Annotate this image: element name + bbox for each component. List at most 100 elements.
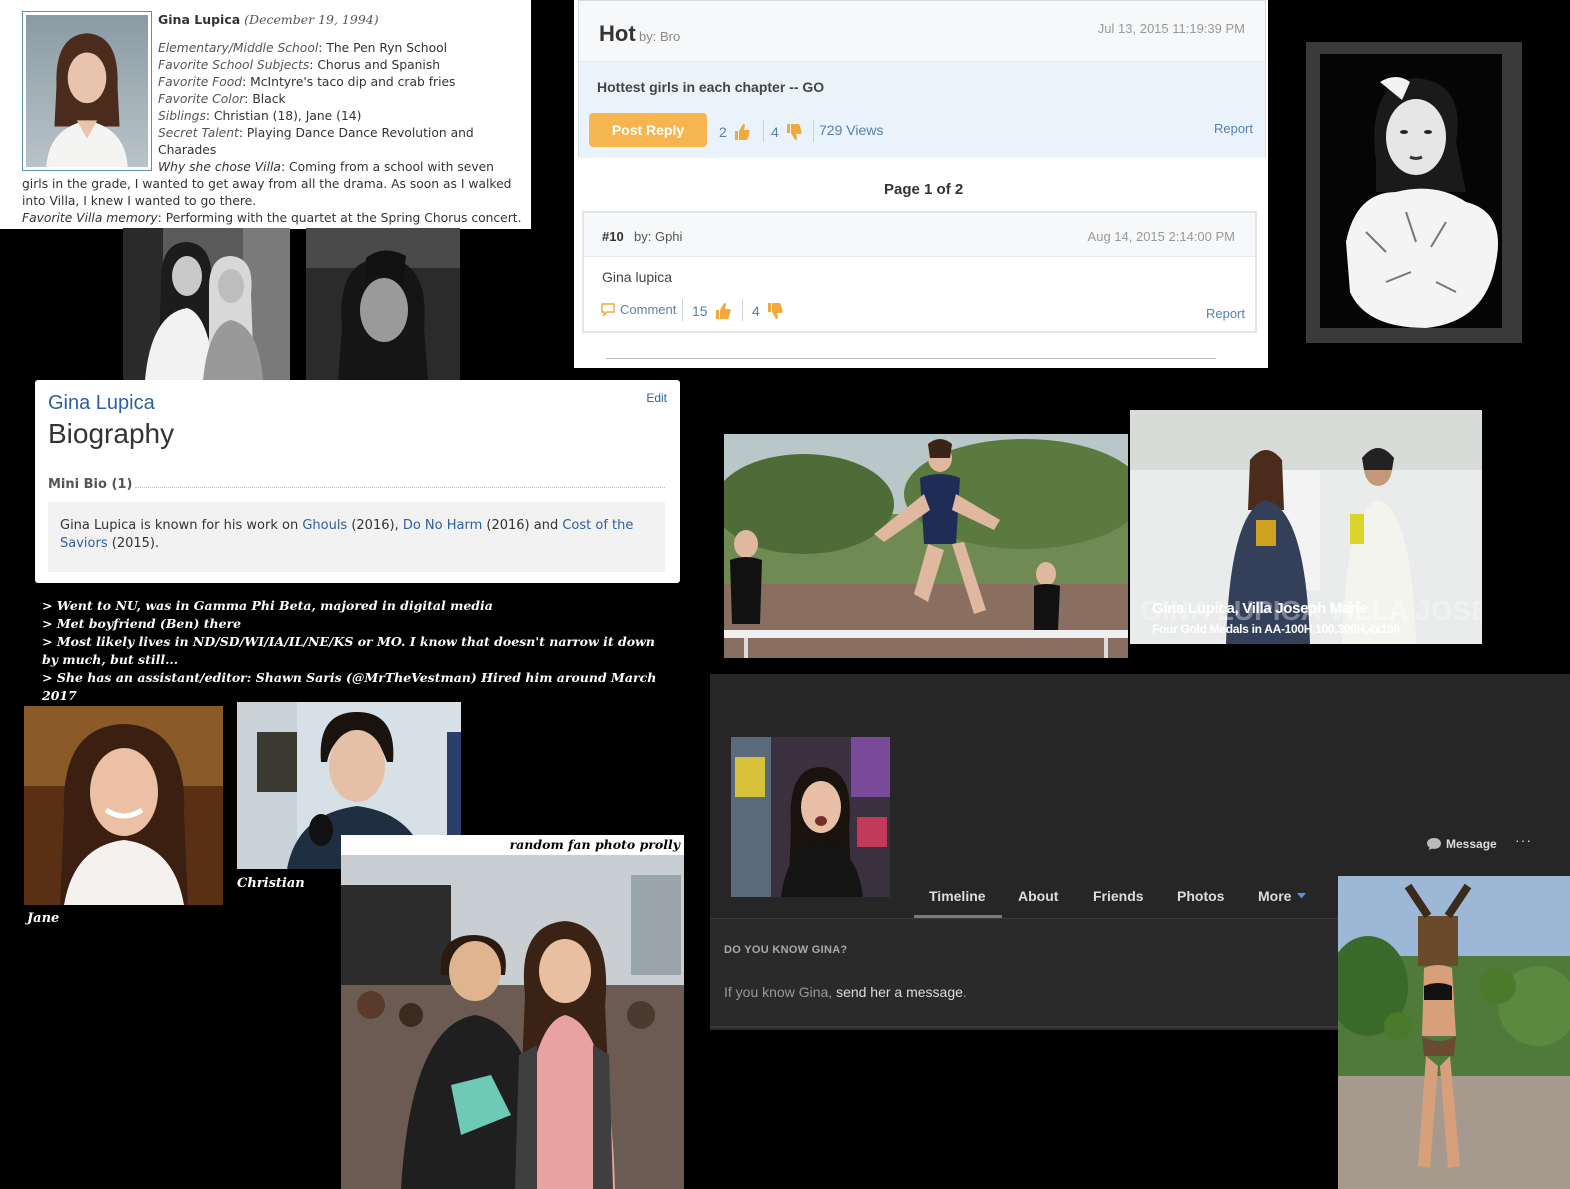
reply-thumbs-up[interactable]: 15 bbox=[692, 301, 732, 321]
bio-link-do-no-harm[interactable]: Do No Harm bbox=[403, 518, 482, 533]
vote-separator bbox=[682, 299, 683, 321]
yearbook-card: Gina Lupica (December 19, 1994) Elementar… bbox=[0, 0, 531, 229]
reply-upvote-count: 15 bbox=[692, 303, 708, 319]
reply-author: by: Gphi bbox=[634, 229, 683, 244]
yearbook-birthdate: (December 19, 1994) bbox=[244, 12, 379, 27]
bio-link-ghouls[interactable]: Ghouls bbox=[302, 518, 347, 533]
forum-topic: Hot by: Bro Jul 13, 2015 11:19:39 PM Hot… bbox=[578, 0, 1266, 158]
mini-bio-text: Gina Lupica is known for his work on Gho… bbox=[48, 502, 665, 572]
post-reply-button[interactable]: Post Reply bbox=[589, 113, 707, 147]
facebook-know-text: If you know Gina, send her a message. bbox=[724, 984, 967, 1000]
fan-photo bbox=[341, 855, 684, 1189]
topic-title[interactable]: Hot bbox=[599, 21, 636, 47]
bio-edit-link[interactable]: Edit bbox=[646, 391, 667, 405]
facebook-tab-friends[interactable]: Friends bbox=[1093, 888, 1144, 904]
vote-separator bbox=[742, 299, 743, 321]
costume-photo bbox=[1338, 876, 1570, 1189]
note-item: > Went to NU, was in Gamma Phi Beta, maj… bbox=[42, 598, 493, 613]
facebook-know-heading: DO YOU KNOW GINA? bbox=[724, 944, 848, 956]
reply-number[interactable]: #10 bbox=[602, 229, 624, 244]
yearbook-fact: Siblings: Christian (18), Jane (14) bbox=[158, 109, 362, 123]
comment-label: Comment bbox=[620, 301, 677, 317]
caret-down-icon bbox=[1297, 893, 1307, 899]
yearbook-name: Gina Lupica bbox=[158, 12, 241, 27]
jane-caption: Jane bbox=[27, 911, 60, 926]
yearbook-fact: Elementary/Middle School: The Pen Ryn Sc… bbox=[158, 41, 448, 55]
reply-thumbs-down[interactable]: 4 bbox=[752, 301, 784, 321]
interview-photo: GINA LUPICA VILLA JOSEPH MARIE Gina Lupi… bbox=[1130, 410, 1482, 644]
facebook-message-button[interactable]: Message bbox=[1426, 837, 1497, 851]
fan-photo-caption: random fan photo prolly bbox=[509, 837, 680, 852]
facebook-tab-more[interactable]: More bbox=[1258, 888, 1307, 904]
messenger-icon bbox=[1427, 838, 1441, 850]
fan-photo-card: random fan photo prolly bbox=[341, 835, 684, 1189]
facebook-active-tab-indicator bbox=[914, 915, 1002, 918]
note-item: > Most likely lives in ND/SD/WI/IA/IL/NE… bbox=[42, 634, 655, 667]
forum-reply: #10 by: Gphi Aug 14, 2015 2:14:00 PM Gin… bbox=[582, 211, 1257, 333]
notes-list: > Went to NU, was in Gamma Phi Beta, maj… bbox=[42, 597, 662, 705]
topic-report-link[interactable]: Report bbox=[1214, 121, 1253, 136]
yearbook-name-line: Gina Lupica (December 19, 1994) bbox=[158, 11, 379, 28]
topic-views: 729 Views bbox=[819, 122, 884, 138]
jane-photo bbox=[24, 706, 223, 905]
mini-bio-heading: Mini Bio (1) bbox=[48, 477, 133, 492]
bio-name-link[interactable]: Gina Lupica bbox=[48, 392, 155, 415]
facebook-tab-timeline[interactable]: Timeline bbox=[929, 888, 986, 904]
topic-downvote-count: 4 bbox=[771, 124, 779, 140]
forum-topic-header: Hot by: Bro Jul 13, 2015 11:19:39 PM bbox=[579, 1, 1265, 62]
yearbook-fact: Favorite School Subjects: Chorus and Spa… bbox=[158, 58, 441, 72]
forum-topic-body: Hottest girls in each chapter -- GO Post… bbox=[579, 62, 1265, 158]
reply-downvote-count: 4 bbox=[752, 303, 760, 319]
bw-portrait-photo bbox=[1306, 42, 1522, 343]
facebook-send-message-link[interactable]: send her a message bbox=[836, 984, 963, 1000]
bw-portrait-frame bbox=[1306, 42, 1522, 343]
yearbook-wide-facts: Why she chose Villa: Coming from a schoo… bbox=[22, 159, 527, 227]
vote-separator bbox=[813, 120, 814, 142]
thumbs-down-icon bbox=[767, 303, 783, 319]
forum-card: Hot by: Bro Jul 13, 2015 11:19:39 PM Hot… bbox=[574, 0, 1268, 368]
note-item: > She has an assistant/editor: Shawn Sar… bbox=[42, 670, 657, 703]
forum-reply-header: #10 by: Gphi Aug 14, 2015 2:14:00 PM bbox=[584, 213, 1255, 257]
reply-report-link[interactable]: Report bbox=[1206, 306, 1245, 321]
facebook-more-options-icon[interactable]: ··· bbox=[1515, 832, 1532, 848]
facebook-tab-more-label: More bbox=[1258, 888, 1292, 904]
yearbook-photo-frame bbox=[22, 11, 152, 171]
yearbook-fact-cont: Charades bbox=[158, 143, 217, 157]
topic-text: Hottest girls in each chapter -- GO bbox=[597, 79, 825, 95]
yearbook-fact: Secret Talent: Playing Dance Dance Revol… bbox=[158, 126, 474, 140]
facebook-message-label: Message bbox=[1446, 837, 1497, 851]
reply-text: Gina lupica bbox=[602, 269, 673, 285]
interview-caption-line2: Four Gold Medals in AA-100H,100,300H,4x1… bbox=[1152, 622, 1400, 636]
vote-separator bbox=[763, 120, 764, 142]
topic-upvote-count: 2 bbox=[719, 124, 727, 140]
yearbook-facts: Elementary/Middle School: The Pen Ryn Sc… bbox=[158, 40, 518, 159]
facebook-profile-photo[interactable] bbox=[731, 737, 890, 897]
yearbook-fact: Favorite Color: Black bbox=[158, 92, 286, 106]
facebook-tab-photos[interactable]: Photos bbox=[1177, 888, 1224, 904]
yearbook-memory: Favorite Villa memory: Performing with t… bbox=[22, 211, 522, 225]
bw-photo-two-girls bbox=[123, 228, 290, 380]
note-item: > Met boyfriend (Ben) there bbox=[42, 616, 242, 631]
yearbook-fact: Favorite Food: McIntyre's taco dip and c… bbox=[158, 75, 456, 89]
christian-caption: Christian bbox=[237, 876, 305, 891]
thumbs-up-icon bbox=[734, 124, 750, 140]
topic-thumbs-down[interactable]: 4 bbox=[771, 122, 803, 142]
mini-bio-rule bbox=[135, 487, 665, 488]
thumbs-down-icon bbox=[786, 124, 802, 140]
thumbs-up-icon bbox=[715, 303, 731, 319]
facebook-tab-about[interactable]: About bbox=[1018, 888, 1058, 904]
topic-thumbs-up[interactable]: 2 bbox=[719, 122, 751, 142]
comment-icon bbox=[601, 303, 615, 317]
biography-card: Gina Lupica Biography Edit Mini Bio (1) … bbox=[35, 380, 680, 583]
bio-title: Biography bbox=[48, 418, 175, 449]
topic-author: by: Bro bbox=[639, 29, 681, 44]
yearbook-why: Why she chose Villa: Coming from a schoo… bbox=[158, 160, 494, 174]
comment-button[interactable]: Comment bbox=[600, 301, 676, 317]
reply-date: Aug 14, 2015 2:14:00 PM bbox=[1087, 229, 1235, 244]
yearbook-why-cont: girls in the grade, I wanted to get away… bbox=[22, 177, 512, 191]
page-indicator: Page 1 of 2 bbox=[884, 181, 964, 198]
track-hurdles-photo bbox=[724, 434, 1128, 658]
yearbook-portrait-photo bbox=[26, 15, 148, 167]
bw-photo-girl-closeup bbox=[306, 228, 460, 380]
forum-divider bbox=[606, 358, 1216, 359]
